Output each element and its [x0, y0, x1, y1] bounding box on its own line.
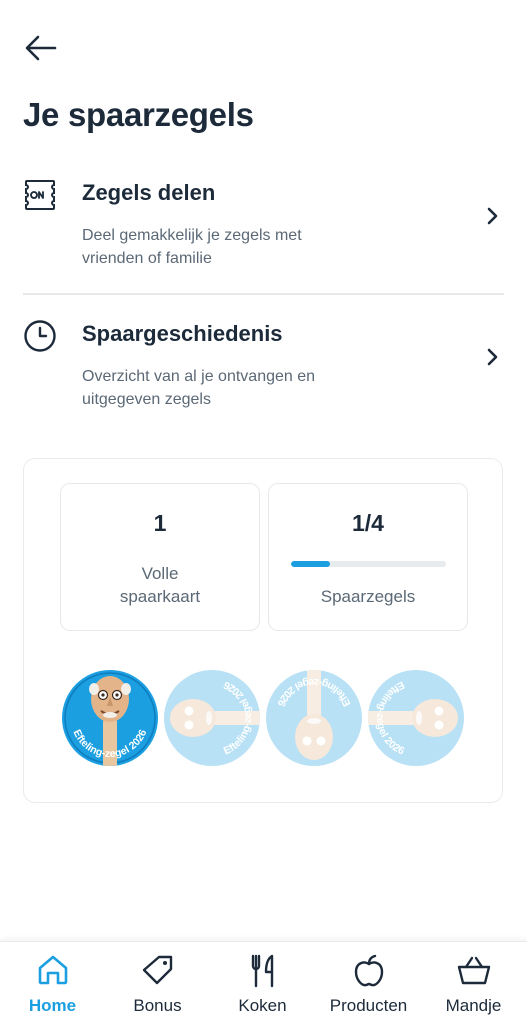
nav-mandje-label: Mandje	[445, 996, 502, 1015]
saving-history-row[interactable]: Spaargeschiedenis Overzicht van al je on…	[23, 319, 504, 419]
clock-icon	[24, 320, 56, 352]
stamps-stat: 1/4 Spaarzegels	[268, 483, 468, 631]
nav-mandje[interactable]: Mandje	[421, 942, 526, 1025]
nav-koken-label: Koken	[238, 996, 287, 1015]
home-icon	[38, 955, 67, 985]
nav-koken[interactable]: Koken	[210, 942, 315, 1025]
share-stamps-row[interactable]: Zegels delen Deel gemakkelijk je zegels …	[23, 178, 504, 278]
share-stamps-icon	[25, 180, 55, 210]
chevron-right-icon	[487, 207, 498, 225]
stamps-progress-bar	[291, 561, 446, 567]
nav-producten[interactable]: Producten	[316, 942, 421, 1025]
stamp-empty[interactable]: Efteling-zegel 2026	[163, 669, 261, 767]
chevron-right-icon	[487, 348, 498, 366]
apple-icon	[354, 954, 383, 987]
nav-home-label: Home	[28, 996, 77, 1015]
nav-bonus[interactable]: Bonus	[105, 942, 210, 1025]
back-button[interactable]	[22, 32, 58, 64]
nav-home[interactable]: Home	[0, 942, 105, 1025]
share-stamps-title: Zegels delen	[82, 180, 216, 205]
nav-bonus-label: Bonus	[133, 996, 182, 1015]
stamp-collected[interactable]: Efteling-zegel 2026	[61, 669, 159, 767]
stamp-empty[interactable]: Efteling-zegel 2026	[265, 669, 363, 767]
page-title: Je spaarzegels	[23, 96, 254, 133]
basket-icon	[457, 956, 490, 985]
tag-icon	[142, 955, 172, 985]
full-cards-stat: 1 Volle spaarkaart	[60, 483, 260, 631]
full-cards-count: 1	[153, 510, 167, 536]
share-stamps-description: Deel gemakkelijk je zegels met vrienden …	[82, 227, 302, 267]
fork-knife-icon	[251, 954, 273, 988]
bottom-navigation: Home Bonus Koken Producten Mandje	[0, 941, 527, 1025]
stamp-empty[interactable]: Efteling-zegel 2026	[367, 669, 465, 767]
stamps-progress-fill	[291, 561, 330, 567]
stamp-card: 1 Volle spaarkaart 1/4 Spaarzegels Eftel…	[23, 458, 503, 803]
nav-producten-label: Producten	[329, 996, 408, 1015]
saving-history-description: Overzicht van al je ontvangen en uitgege…	[82, 368, 316, 408]
arrow-left-icon	[25, 35, 57, 61]
full-cards-label: Volle spaarkaart	[119, 564, 201, 606]
divider	[23, 293, 504, 295]
saving-history-title: Spaargeschiedenis	[82, 321, 283, 346]
stamps-label: Spaarzegels	[320, 587, 416, 606]
stamps-count: 1/4	[352, 510, 384, 536]
